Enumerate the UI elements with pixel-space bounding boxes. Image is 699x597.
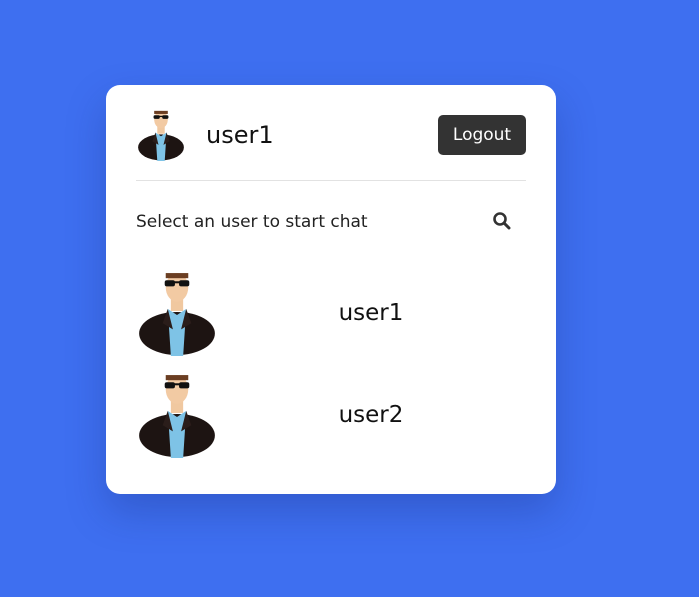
logout-button[interactable]: Logout <box>438 115 526 155</box>
user-name: user2 <box>338 402 404 428</box>
search-icon <box>493 211 511 229</box>
search-prompt: Select an user to start chat <box>136 212 368 232</box>
user-list-item-user2[interactable]: user2 <box>136 372 526 474</box>
current-username: user1 <box>206 121 274 149</box>
divider <box>136 180 526 181</box>
header: user1 Logout <box>136 109 526 164</box>
avatar <box>136 270 218 356</box>
avatar <box>136 109 186 161</box>
chat-user-card: user1 Logout Select an user to start cha… <box>106 85 556 494</box>
avatar <box>136 372 218 458</box>
search-button[interactable] <box>486 207 518 237</box>
user-name: user1 <box>338 300 404 326</box>
search-row: Select an user to start chat <box>136 207 526 237</box>
user-list: user1 user2 <box>136 270 526 474</box>
user-list-item-user1[interactable]: user1 <box>136 270 526 372</box>
